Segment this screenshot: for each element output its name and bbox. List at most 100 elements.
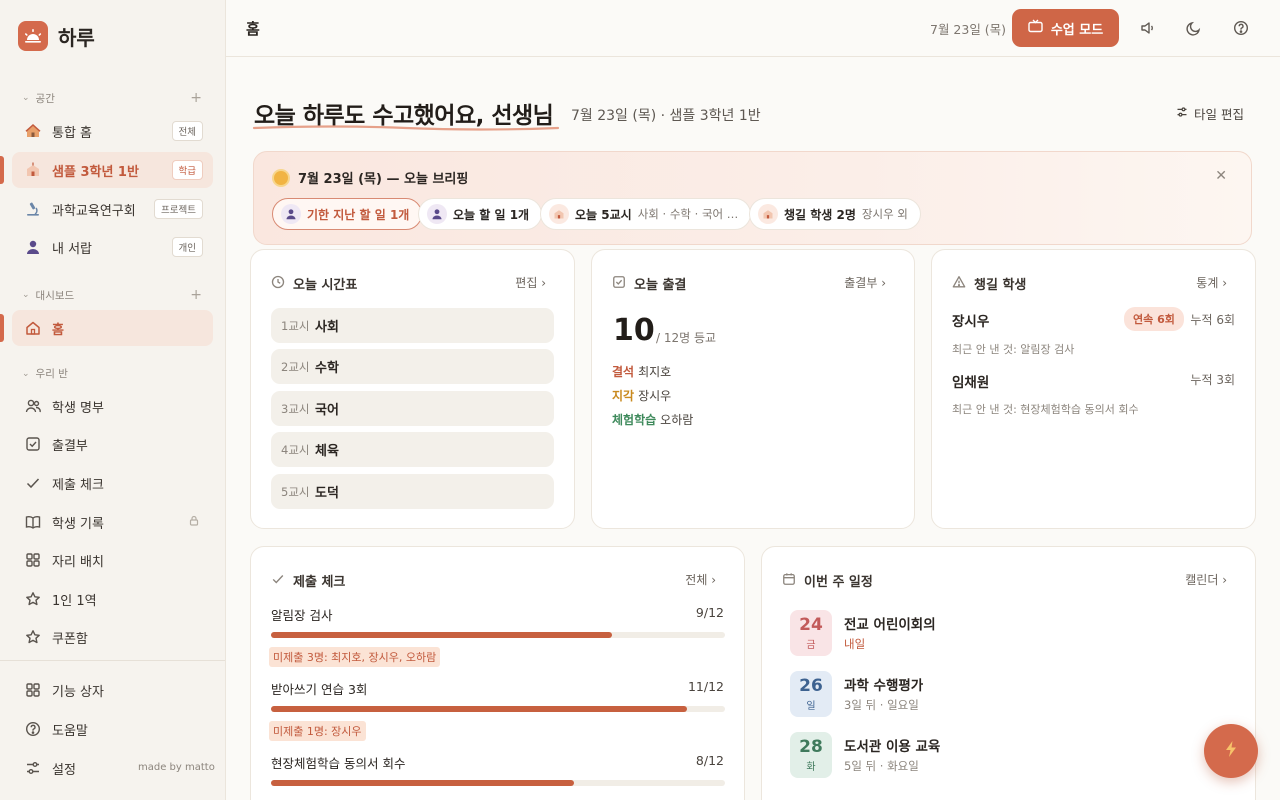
care-stats-link[interactable]: 통계 ›: [1196, 274, 1227, 291]
attendance-card: 오늘 출결 출결부 › 10 / 12명 등교 결석 최지호 지각 장시우 체험학습…: [591, 249, 915, 529]
student-name[interactable]: 임채원: [952, 371, 989, 391]
sidebar-item-feature-box[interactable]: 기능 상자: [12, 672, 213, 708]
home-icon: [24, 319, 42, 337]
top-bar: 홈 7월 23일 (목) 수업 모드: [226, 0, 1280, 57]
moon-icon[interactable]: [1184, 18, 1204, 38]
lock-icon: [189, 515, 199, 529]
period-row[interactable]: 4교시 체육: [271, 432, 554, 467]
tile-edit-button[interactable]: 타일 편집: [1176, 104, 1244, 123]
sliders-icon: [1176, 106, 1188, 121]
sidebar-item-coupons[interactable]: 쿠폰함: [12, 619, 213, 655]
event-when: 5일 뒤 · 화요일: [844, 759, 919, 773]
sidebar-item-my-drawer[interactable]: 내 서랍 개인: [12, 229, 213, 265]
sidebar-item-label: 도움말: [52, 723, 88, 739]
schedule-card-header: 이번 주 일정: [782, 571, 873, 590]
sidebar-item-student-records[interactable]: 학생 기록: [12, 504, 213, 540]
event-title[interactable]: 도서관 이용 교육: [844, 735, 940, 755]
sidebar-item-label: 홈: [52, 322, 64, 338]
link-label: 출결부: [844, 276, 878, 290]
period-row[interactable]: 3교시 국어: [271, 391, 554, 426]
sidebar-item-label: 설정: [52, 762, 76, 778]
sunrise-logo-icon: [18, 21, 48, 51]
tv-icon: [1028, 19, 1043, 37]
progress-fill: [271, 632, 612, 638]
period-row[interactable]: 5교시 도덕: [271, 474, 554, 509]
section-dashboard[interactable]: ⌄ 대시보드 +: [22, 287, 202, 303]
submission-count: 8/12: [695, 753, 724, 768]
student-name: 최지호: [638, 365, 672, 379]
section-my-class[interactable]: ⌄ 우리 반: [22, 366, 202, 381]
student-name[interactable]: 장시우: [952, 310, 989, 330]
chip-overdue-tasks[interactable]: 기한 지난 할 일 1개: [272, 198, 423, 230]
sidebar-item-label: 쿠폰함: [52, 631, 88, 647]
submission-name[interactable]: 현장체험학습 동의서 회수: [271, 753, 405, 772]
period-row[interactable]: 1교시 사회: [271, 308, 554, 343]
sidebar-item-label: 기능 상자: [52, 684, 104, 700]
submission-card-header: 제출 체크: [271, 571, 345, 590]
close-icon[interactable]: ✕: [1215, 168, 1227, 184]
scope-badge: 개인: [171, 237, 203, 257]
chip-care-students[interactable]: 챙길 학생 2명 장시우 외: [749, 198, 921, 230]
card-title: 이번 주 일정: [804, 575, 873, 590]
chip-detail: 장시우 외: [861, 207, 908, 221]
chevron-down-icon: ⌄: [22, 368, 30, 379]
sidebar-item-home[interactable]: 홈: [12, 310, 213, 346]
submission-check-card: 제출 체크 전체 › 알림장 검사 9/12 미제출 3명: 최지호, 장시우,…: [250, 546, 745, 800]
chip-label: 오늘 5교시: [575, 207, 632, 222]
student-note: 최근 안 낸 것: 알림장 검사: [952, 343, 1075, 356]
sidebar-item-label: 샘플 3학년 1반: [52, 164, 139, 180]
add-dashboard-icon[interactable]: +: [190, 287, 202, 303]
period-number: 5교시: [281, 484, 310, 499]
period-subject: 국어: [315, 403, 339, 418]
card-title: 오늘 시간표: [293, 278, 358, 293]
submission-name[interactable]: 받아쓰기 연습 3회: [271, 679, 367, 698]
event-date-badge: 28 화: [790, 732, 832, 778]
person-icon: [281, 204, 301, 224]
sidebar-item-attendance[interactable]: 출결부: [12, 426, 213, 462]
sidebar-item-student-roster[interactable]: 학생 명부: [12, 388, 213, 424]
check-icon: [24, 474, 42, 492]
event-title[interactable]: 과학 수행평가: [844, 674, 923, 694]
period-row[interactable]: 2교시 수학: [271, 349, 554, 384]
quick-action-button[interactable]: [1204, 724, 1258, 778]
section-space[interactable]: ⌄ 공간 +: [22, 90, 202, 106]
sliders-icon: [24, 759, 42, 777]
status-label: 체험학습: [612, 413, 657, 427]
sidebar-item-submission-check[interactable]: 제출 체크: [12, 465, 213, 501]
briefing-banner: 7월 23일 (목) — 오늘 브리핑 ✕ 기한 지난 할 일 1개 오늘 할 …: [253, 151, 1252, 245]
submission-name[interactable]: 알림장 검사: [271, 605, 332, 624]
chip-label: 오늘 할 일 1개: [453, 207, 530, 222]
sidebar-item-sample-class[interactable]: 샘플 3학년 1반 학급: [12, 152, 213, 188]
submission-all-link[interactable]: 전체 ›: [685, 571, 716, 588]
sun-icon: [274, 170, 288, 185]
sidebar-item-label: 통합 홈: [52, 125, 93, 141]
sidebar-item-label: 내 서랍: [52, 241, 93, 257]
help-circle-icon[interactable]: [1231, 18, 1251, 38]
sidebar-item-science-group[interactable]: 과학교육연구회 프로젝트: [12, 191, 213, 227]
sidebar-item-help[interactable]: 도움말: [12, 711, 213, 747]
calendar-link[interactable]: 캘린더 ›: [1185, 571, 1227, 588]
chip-today-tasks[interactable]: 오늘 할 일 1개: [418, 198, 543, 230]
absence-row: 결석 최지호: [612, 363, 671, 380]
class-mode-button[interactable]: 수업 모드: [1012, 9, 1119, 47]
add-space-icon[interactable]: +: [190, 90, 202, 106]
link-label: 통계: [1196, 276, 1219, 290]
sidebar-item-integrated-home[interactable]: 통합 홈 전체: [12, 113, 213, 149]
sidebar-divider: [0, 660, 225, 661]
star-icon: [24, 628, 42, 646]
period-number: 4교시: [281, 442, 310, 457]
event-title[interactable]: 전교 어린이회의: [844, 613, 936, 633]
briefing-title: 7월 23일 (목) — 오늘 브리핑: [274, 168, 468, 187]
timetable-edit-link[interactable]: 편집 ›: [515, 274, 546, 291]
link-label: 캘린더: [1185, 573, 1219, 587]
sidebar-item-roles[interactable]: 1인 1역: [12, 581, 213, 617]
sidebar-item-seating[interactable]: 자리 배치: [12, 542, 213, 578]
brand[interactable]: 하루: [18, 21, 95, 51]
attendance-book-link[interactable]: 출결부 ›: [844, 274, 886, 291]
total-count: 누적 3회: [1190, 373, 1235, 387]
chip-today-periods[interactable]: 오늘 5교시 사회 · 수학 · 국어 …: [540, 198, 752, 230]
speaker-icon[interactable]: [1138, 18, 1158, 38]
late-row: 지각 장시우: [612, 387, 671, 404]
card-title: 챙길 학생: [974, 278, 1027, 293]
chevron-down-icon: ⌄: [22, 93, 30, 103]
